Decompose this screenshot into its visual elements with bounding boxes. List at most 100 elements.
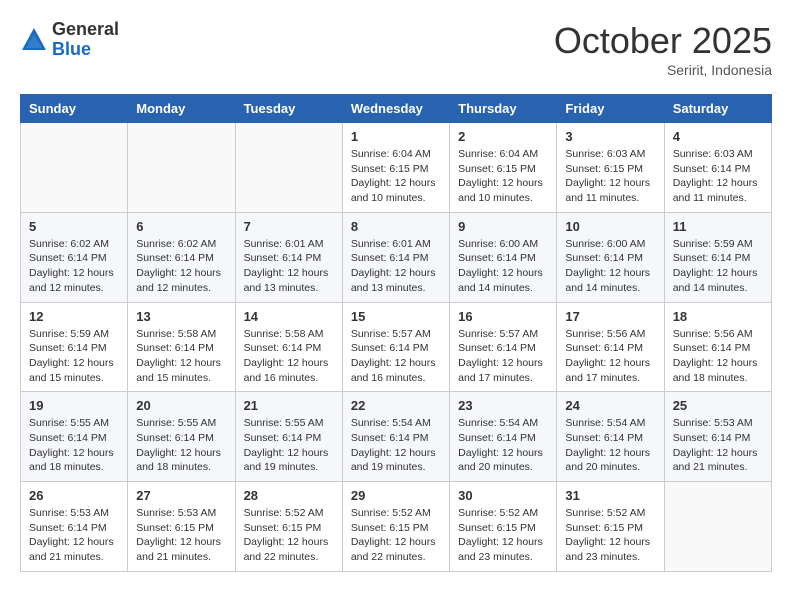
weekday-header-sunday: Sunday [21, 95, 128, 123]
sunset-text: Sunset: 6:14 PM [29, 522, 107, 534]
calendar-cell: 25 Sunrise: 5:53 AM Sunset: 6:14 PM Dayl… [664, 392, 771, 482]
sunrise-text: Sunrise: 5:55 AM [244, 417, 324, 429]
logo: General Blue [20, 20, 119, 60]
title-area: October 2025 Seririt, Indonesia [554, 20, 772, 78]
sunset-text: Sunset: 6:14 PM [565, 252, 643, 264]
sunset-text: Sunset: 6:14 PM [29, 342, 107, 354]
daylight-text: Daylight: 12 hours and 11 minutes. [673, 177, 758, 204]
sunset-text: Sunset: 6:14 PM [673, 432, 751, 444]
day-number: 23 [458, 398, 548, 413]
location: Seririt, Indonesia [554, 62, 772, 78]
sunset-text: Sunset: 6:15 PM [136, 522, 214, 534]
sunset-text: Sunset: 6:15 PM [458, 522, 536, 534]
calendar-week-3: 12 Sunrise: 5:59 AM Sunset: 6:14 PM Dayl… [21, 302, 772, 392]
day-info: Sunrise: 5:55 AM Sunset: 6:14 PM Dayligh… [29, 416, 119, 475]
daylight-text: Daylight: 12 hours and 15 minutes. [136, 357, 221, 384]
day-info: Sunrise: 5:56 AM Sunset: 6:14 PM Dayligh… [565, 327, 655, 386]
day-number: 20 [136, 398, 226, 413]
calendar-cell: 22 Sunrise: 5:54 AM Sunset: 6:14 PM Dayl… [342, 392, 449, 482]
day-info: Sunrise: 5:55 AM Sunset: 6:14 PM Dayligh… [136, 416, 226, 475]
calendar-cell: 9 Sunrise: 6:00 AM Sunset: 6:14 PM Dayli… [450, 212, 557, 302]
calendar-week-4: 19 Sunrise: 5:55 AM Sunset: 6:14 PM Dayl… [21, 392, 772, 482]
day-info: Sunrise: 5:54 AM Sunset: 6:14 PM Dayligh… [458, 416, 548, 475]
calendar-cell: 2 Sunrise: 6:04 AM Sunset: 6:15 PM Dayli… [450, 123, 557, 213]
sunset-text: Sunset: 6:14 PM [136, 252, 214, 264]
sunset-text: Sunset: 6:14 PM [136, 432, 214, 444]
calendar-cell [664, 482, 771, 572]
day-info: Sunrise: 6:01 AM Sunset: 6:14 PM Dayligh… [351, 237, 441, 296]
day-number: 26 [29, 488, 119, 503]
sunset-text: Sunset: 6:14 PM [244, 252, 322, 264]
sunset-text: Sunset: 6:14 PM [351, 342, 429, 354]
day-number: 7 [244, 219, 334, 234]
daylight-text: Daylight: 12 hours and 23 minutes. [565, 536, 650, 563]
calendar-cell: 30 Sunrise: 5:52 AM Sunset: 6:15 PM Dayl… [450, 482, 557, 572]
sunrise-text: Sunrise: 6:01 AM [351, 238, 431, 250]
sunrise-text: Sunrise: 6:03 AM [565, 148, 645, 160]
sunrise-text: Sunrise: 6:01 AM [244, 238, 324, 250]
daylight-text: Daylight: 12 hours and 17 minutes. [565, 357, 650, 384]
calendar-cell: 3 Sunrise: 6:03 AM Sunset: 6:15 PM Dayli… [557, 123, 664, 213]
weekday-header-saturday: Saturday [664, 95, 771, 123]
day-number: 25 [673, 398, 763, 413]
sunset-text: Sunset: 6:14 PM [351, 432, 429, 444]
calendar-cell: 6 Sunrise: 6:02 AM Sunset: 6:14 PM Dayli… [128, 212, 235, 302]
calendar-cell: 21 Sunrise: 5:55 AM Sunset: 6:14 PM Dayl… [235, 392, 342, 482]
sunrise-text: Sunrise: 5:54 AM [565, 417, 645, 429]
sunset-text: Sunset: 6:15 PM [565, 163, 643, 175]
sunrise-text: Sunrise: 5:52 AM [244, 507, 324, 519]
calendar-cell: 8 Sunrise: 6:01 AM Sunset: 6:14 PM Dayli… [342, 212, 449, 302]
daylight-text: Daylight: 12 hours and 20 minutes. [458, 447, 543, 474]
day-number: 21 [244, 398, 334, 413]
day-info: Sunrise: 6:02 AM Sunset: 6:14 PM Dayligh… [29, 237, 119, 296]
weekday-header-wednesday: Wednesday [342, 95, 449, 123]
page-header: General Blue October 2025 Seririt, Indon… [20, 20, 772, 78]
sunset-text: Sunset: 6:14 PM [244, 342, 322, 354]
calendar-cell: 4 Sunrise: 6:03 AM Sunset: 6:14 PM Dayli… [664, 123, 771, 213]
calendar-cell: 5 Sunrise: 6:02 AM Sunset: 6:14 PM Dayli… [21, 212, 128, 302]
day-number: 29 [351, 488, 441, 503]
day-number: 5 [29, 219, 119, 234]
month-title: October 2025 [554, 20, 772, 62]
daylight-text: Daylight: 12 hours and 13 minutes. [244, 267, 329, 294]
day-info: Sunrise: 5:53 AM Sunset: 6:14 PM Dayligh… [673, 416, 763, 475]
calendar-cell: 1 Sunrise: 6:04 AM Sunset: 6:15 PM Dayli… [342, 123, 449, 213]
calendar-cell: 14 Sunrise: 5:58 AM Sunset: 6:14 PM Dayl… [235, 302, 342, 392]
day-number: 8 [351, 219, 441, 234]
sunrise-text: Sunrise: 5:52 AM [565, 507, 645, 519]
day-info: Sunrise: 5:59 AM Sunset: 6:14 PM Dayligh… [29, 327, 119, 386]
sunset-text: Sunset: 6:14 PM [244, 432, 322, 444]
day-info: Sunrise: 5:58 AM Sunset: 6:14 PM Dayligh… [244, 327, 334, 386]
calendar-cell: 13 Sunrise: 5:58 AM Sunset: 6:14 PM Dayl… [128, 302, 235, 392]
daylight-text: Daylight: 12 hours and 17 minutes. [458, 357, 543, 384]
calendar-cell: 26 Sunrise: 5:53 AM Sunset: 6:14 PM Dayl… [21, 482, 128, 572]
sunset-text: Sunset: 6:14 PM [673, 163, 751, 175]
day-number: 31 [565, 488, 655, 503]
calendar-cell: 23 Sunrise: 5:54 AM Sunset: 6:14 PM Dayl… [450, 392, 557, 482]
logo-icon [20, 26, 48, 54]
sunrise-text: Sunrise: 5:55 AM [29, 417, 109, 429]
daylight-text: Daylight: 12 hours and 13 minutes. [351, 267, 436, 294]
weekday-header-row: SundayMondayTuesdayWednesdayThursdayFrid… [21, 95, 772, 123]
sunrise-text: Sunrise: 6:02 AM [136, 238, 216, 250]
calendar-cell: 16 Sunrise: 5:57 AM Sunset: 6:14 PM Dayl… [450, 302, 557, 392]
daylight-text: Daylight: 12 hours and 10 minutes. [458, 177, 543, 204]
daylight-text: Daylight: 12 hours and 12 minutes. [29, 267, 114, 294]
day-number: 2 [458, 129, 548, 144]
day-info: Sunrise: 6:04 AM Sunset: 6:15 PM Dayligh… [351, 147, 441, 206]
day-info: Sunrise: 5:54 AM Sunset: 6:14 PM Dayligh… [565, 416, 655, 475]
sunset-text: Sunset: 6:14 PM [136, 342, 214, 354]
calendar-cell: 29 Sunrise: 5:52 AM Sunset: 6:15 PM Dayl… [342, 482, 449, 572]
day-info: Sunrise: 6:04 AM Sunset: 6:15 PM Dayligh… [458, 147, 548, 206]
day-number: 27 [136, 488, 226, 503]
calendar-week-2: 5 Sunrise: 6:02 AM Sunset: 6:14 PM Dayli… [21, 212, 772, 302]
calendar-cell [235, 123, 342, 213]
calendar-cell [128, 123, 235, 213]
sunset-text: Sunset: 6:15 PM [244, 522, 322, 534]
day-info: Sunrise: 5:52 AM Sunset: 6:15 PM Dayligh… [351, 506, 441, 565]
daylight-text: Daylight: 12 hours and 11 minutes. [565, 177, 650, 204]
calendar-cell: 28 Sunrise: 5:52 AM Sunset: 6:15 PM Dayl… [235, 482, 342, 572]
sunrise-text: Sunrise: 6:02 AM [29, 238, 109, 250]
day-number: 19 [29, 398, 119, 413]
logo-text: General Blue [52, 20, 119, 60]
